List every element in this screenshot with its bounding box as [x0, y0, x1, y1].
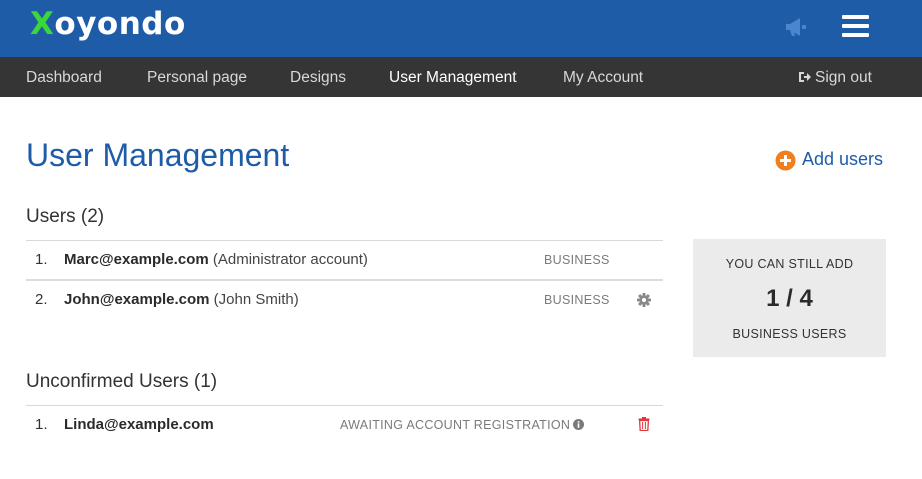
nav-user-management[interactable]: User Management	[389, 57, 517, 97]
users-heading: Users (2)	[26, 206, 105, 227]
quota-label-top: YOU CAN STILL ADD	[725, 257, 854, 271]
sign-out-label: Sign out	[815, 69, 872, 86]
main-nav: Dashboard Personal page Designs User Man…	[0, 57, 922, 97]
unconfirmed-list: 1. Linda@example.com AWAITING ACCOUNT RE…	[26, 405, 663, 444]
row-number: 2.	[35, 291, 48, 308]
sign-out-link[interactable]: Sign out	[798, 57, 872, 97]
nav-designs[interactable]: Designs	[290, 57, 346, 97]
unconfirmed-row: 1. Linda@example.com AWAITING ACCOUNT RE…	[26, 405, 663, 444]
add-users-label: Add users	[802, 149, 884, 169]
page-title: User Management	[26, 137, 290, 173]
user-row: 1. Marc@example.com (Administrator accou…	[26, 240, 663, 279]
nav-my-account[interactable]: My Account	[563, 57, 643, 97]
user-email: Marc@example.com (Administrator account)	[64, 251, 368, 268]
user-email: Linda@example.com	[64, 416, 214, 433]
logo[interactable]: Xoyondo	[30, 6, 186, 42]
user-quota-box: YOU CAN STILL ADD 1 / 4 BUSINESS USERS	[693, 239, 886, 357]
registration-status: AWAITING ACCOUNT REGISTRATION	[340, 406, 585, 444]
user-note: (John Smith)	[209, 291, 299, 308]
sign-out-icon	[799, 72, 811, 82]
row-number: 1.	[35, 416, 48, 433]
quota-label-bottom: BUSINESS USERS	[732, 327, 847, 341]
megaphone-icon[interactable]	[784, 16, 808, 38]
trash-icon[interactable]	[638, 417, 650, 431]
nav-personal-page[interactable]: Personal page	[147, 57, 247, 97]
users-list: 1. Marc@example.com (Administrator accou…	[26, 240, 663, 318]
user-email: John@example.com (John Smith)	[64, 291, 299, 308]
row-number: 1.	[35, 251, 48, 268]
hamburger-menu-icon[interactable]	[842, 15, 870, 39]
user-row: 2. John@example.com (John Smith) BUSINES…	[26, 279, 663, 318]
user-plan: BUSINESS	[544, 293, 610, 307]
user-note: (Administrator account)	[208, 251, 368, 268]
gear-icon[interactable]	[637, 293, 651, 307]
plus-circle-icon	[775, 150, 796, 171]
quota-count: 1 / 4	[766, 285, 813, 312]
nav-dashboard[interactable]: Dashboard	[26, 57, 102, 97]
top-header: Xoyondo	[0, 0, 922, 57]
user-plan: BUSINESS	[544, 253, 610, 267]
unconfirmed-heading: Unconfirmed Users (1)	[26, 371, 218, 392]
info-icon[interactable]	[573, 419, 585, 430]
